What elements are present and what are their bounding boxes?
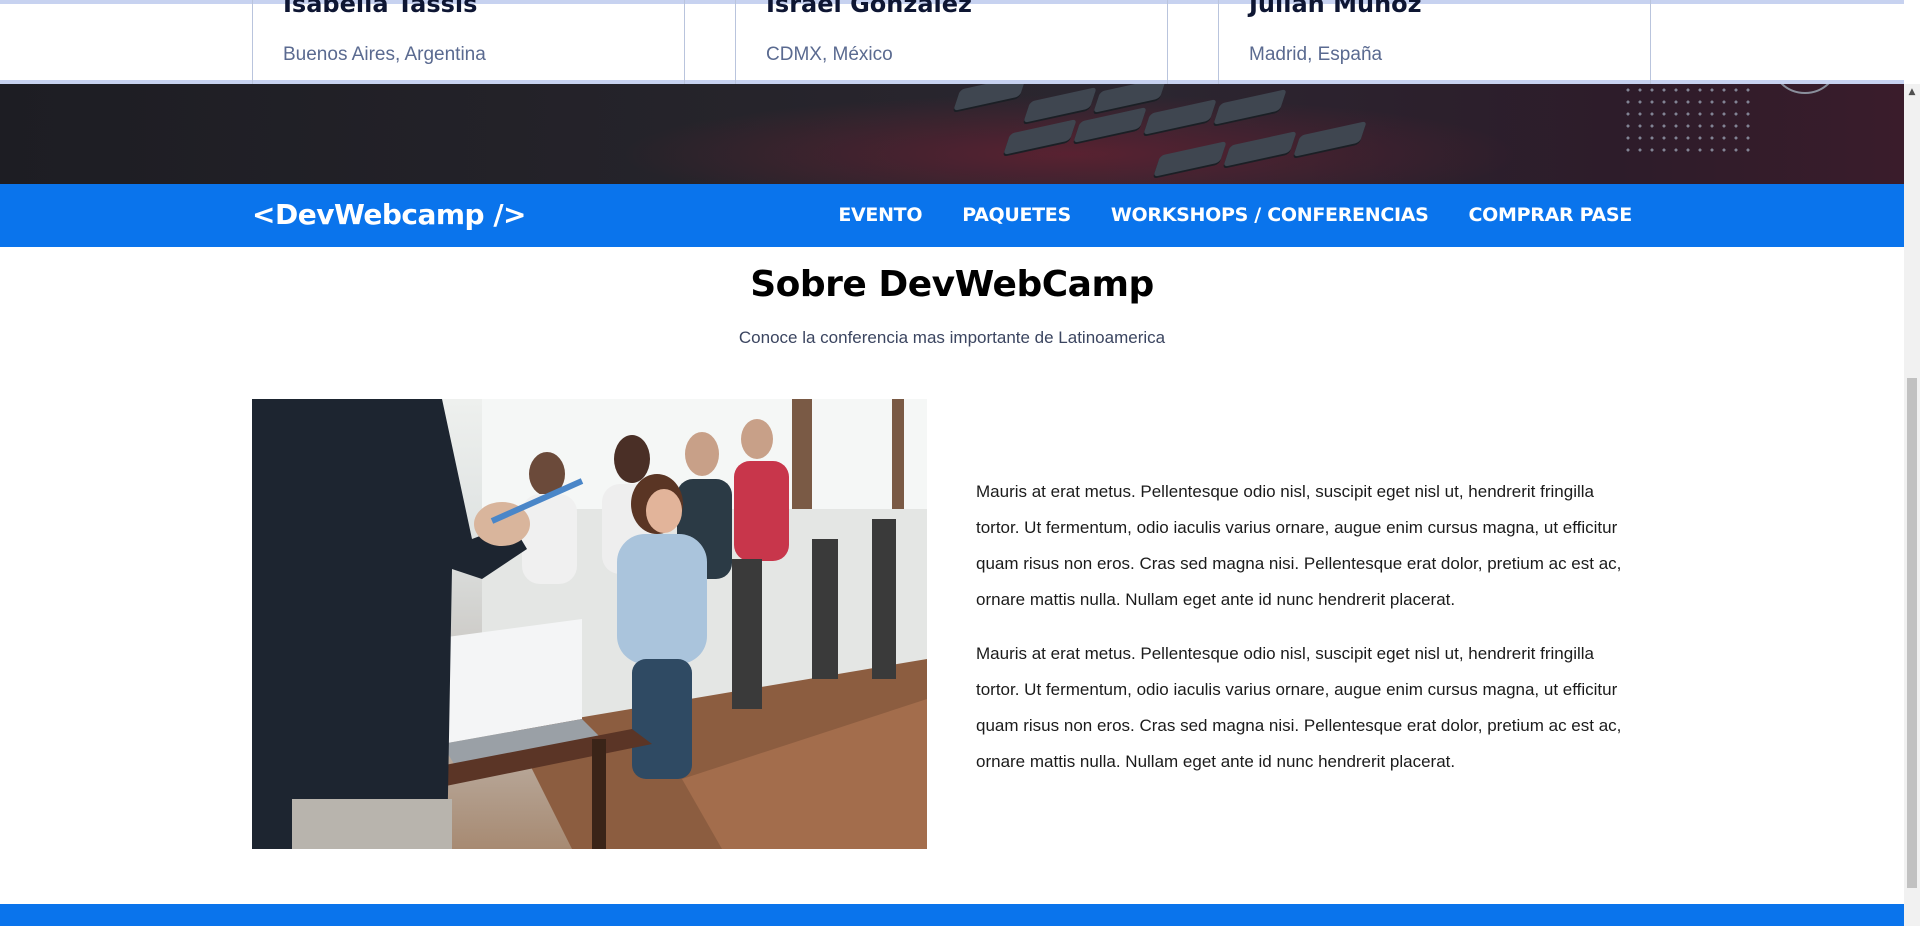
nav-link-comprar-pase[interactable]: COMPRAR PASE: [1469, 204, 1633, 226]
scroll-up-arrow-icon[interactable]: ▲: [1904, 84, 1920, 100]
classroom-photo-illustration: [252, 399, 927, 849]
speaker-location: Buenos Aires, Argentina: [283, 44, 486, 65]
speaker-card: Israel González CDMX, México: [735, 0, 1168, 84]
speakers-strip: Isabella Tassis Buenos Aires, Argentina …: [0, 0, 1904, 84]
speaker-name: Israel González: [766, 0, 973, 18]
nav-link-paquetes[interactable]: PAQUETES: [962, 204, 1071, 226]
speaker-location: CDMX, México: [766, 44, 893, 65]
nav-links: EVENTO PAQUETES WORKSHOPS / CONFERENCIAS…: [838, 204, 1632, 226]
about-photo: [252, 399, 927, 849]
site-logo[interactable]: <DevWebcamp />: [252, 198, 527, 231]
hero-background-image: [0, 84, 1904, 184]
speaker-name: Isabella Tassis: [283, 0, 478, 18]
circle-decoration: [1770, 84, 1840, 94]
section-subtitle: Conoce la conferencia mas importante de …: [738, 328, 1166, 347]
about-text: Mauris at erat metus. Pellentesque odio …: [976, 474, 1636, 798]
speaker-card: Isabella Tassis Buenos Aires, Argentina: [252, 0, 685, 84]
section-title: Sobre DevWebCamp: [750, 264, 1154, 305]
scrollbar-thumb[interactable]: [1907, 378, 1917, 888]
dot-pattern-decoration: [1622, 84, 1752, 154]
speaker-card: Julián Muñoz Madrid, España: [1218, 0, 1651, 84]
speaker-name: Julián Muñoz: [1249, 0, 1422, 18]
main-navbar: <DevWebcamp /> EVENTO PAQUETES WORKSHOPS…: [0, 184, 1904, 247]
speaker-location: Madrid, España: [1249, 44, 1383, 65]
next-section-bar: [0, 904, 1904, 926]
page-scrollbar[interactable]: ▲: [1904, 84, 1920, 926]
about-paragraph: Mauris at erat metus. Pellentesque odio …: [976, 482, 1622, 609]
about-paragraph: Mauris at erat metus. Pellentesque odio …: [976, 644, 1622, 771]
nav-link-evento[interactable]: EVENTO: [838, 204, 922, 226]
nav-link-workshops[interactable]: WORKSHOPS / CONFERENCIAS: [1111, 204, 1429, 226]
